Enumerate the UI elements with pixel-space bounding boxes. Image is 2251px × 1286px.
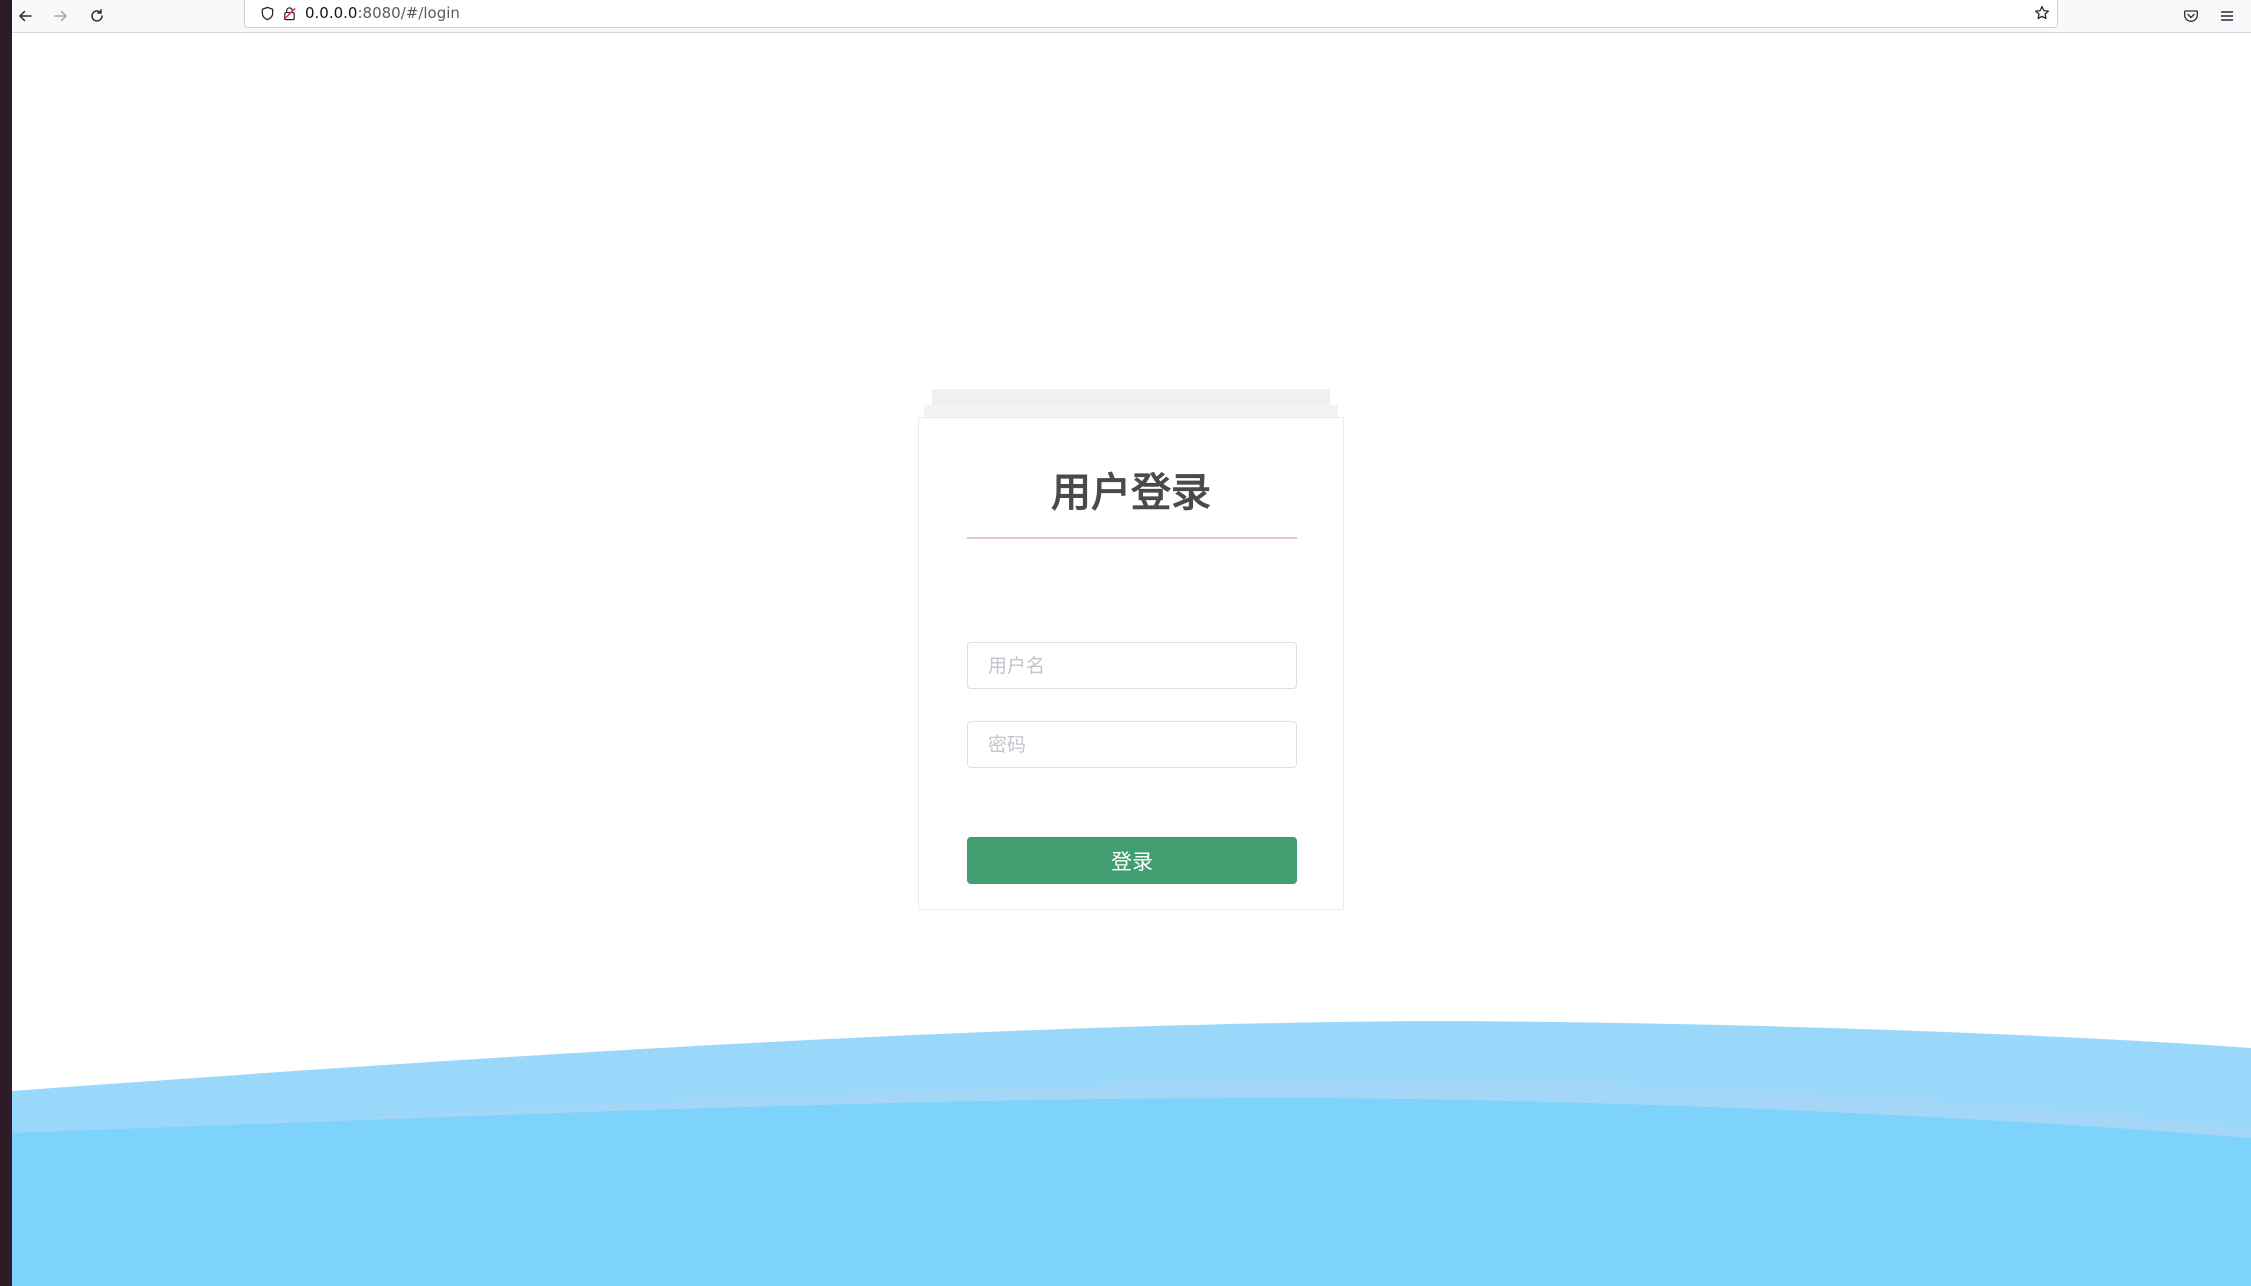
shield-icon[interactable]: [259, 5, 275, 21]
username-input[interactable]: [967, 642, 1297, 689]
arrow-left-icon: [19, 10, 32, 22]
card-stack-shadow: [924, 405, 1338, 417]
url-path: :8080/#/login: [357, 4, 460, 22]
forward-button[interactable]: [48, 3, 74, 29]
browser-window: 0.0.0.0:8080/#/login 用户登录 登录: [12, 0, 2251, 1286]
login-button[interactable]: 登录: [967, 837, 1297, 884]
reload-icon: [91, 9, 103, 22]
hamburger-menu-icon: [2220, 11, 2234, 21]
desktop-edge: [0, 0, 12, 1286]
star-icon: [2035, 5, 2050, 20]
page-viewport: 用户登录 登录: [12, 33, 2251, 1286]
url-host: 0.0.0.0: [305, 4, 358, 22]
insecure-lock-icon[interactable]: [281, 5, 297, 21]
address-bar[interactable]: 0.0.0.0:8080/#/login: [244, 0, 2058, 28]
pocket-button[interactable]: [2178, 3, 2204, 29]
card-stack-shadow: [932, 389, 1330, 405]
front-wave: [12, 1097, 2251, 1286]
menu-button[interactable]: [2214, 3, 2240, 29]
bookmark-button[interactable]: [2033, 4, 2051, 22]
reload-button[interactable]: [84, 3, 110, 29]
title-underline: [967, 537, 1297, 539]
password-input[interactable]: [967, 721, 1297, 768]
browser-toolbar: 0.0.0.0:8080/#/login: [12, 0, 2251, 33]
arrow-right-icon: [54, 10, 67, 22]
login-title: 用户登录: [1051, 470, 1211, 516]
url-text[interactable]: 0.0.0.0:8080/#/login: [305, 5, 460, 22]
pocket-icon: [2184, 10, 2198, 22]
login-card: 用户登录 登录: [918, 417, 1344, 910]
back-button[interactable]: [12, 3, 38, 29]
